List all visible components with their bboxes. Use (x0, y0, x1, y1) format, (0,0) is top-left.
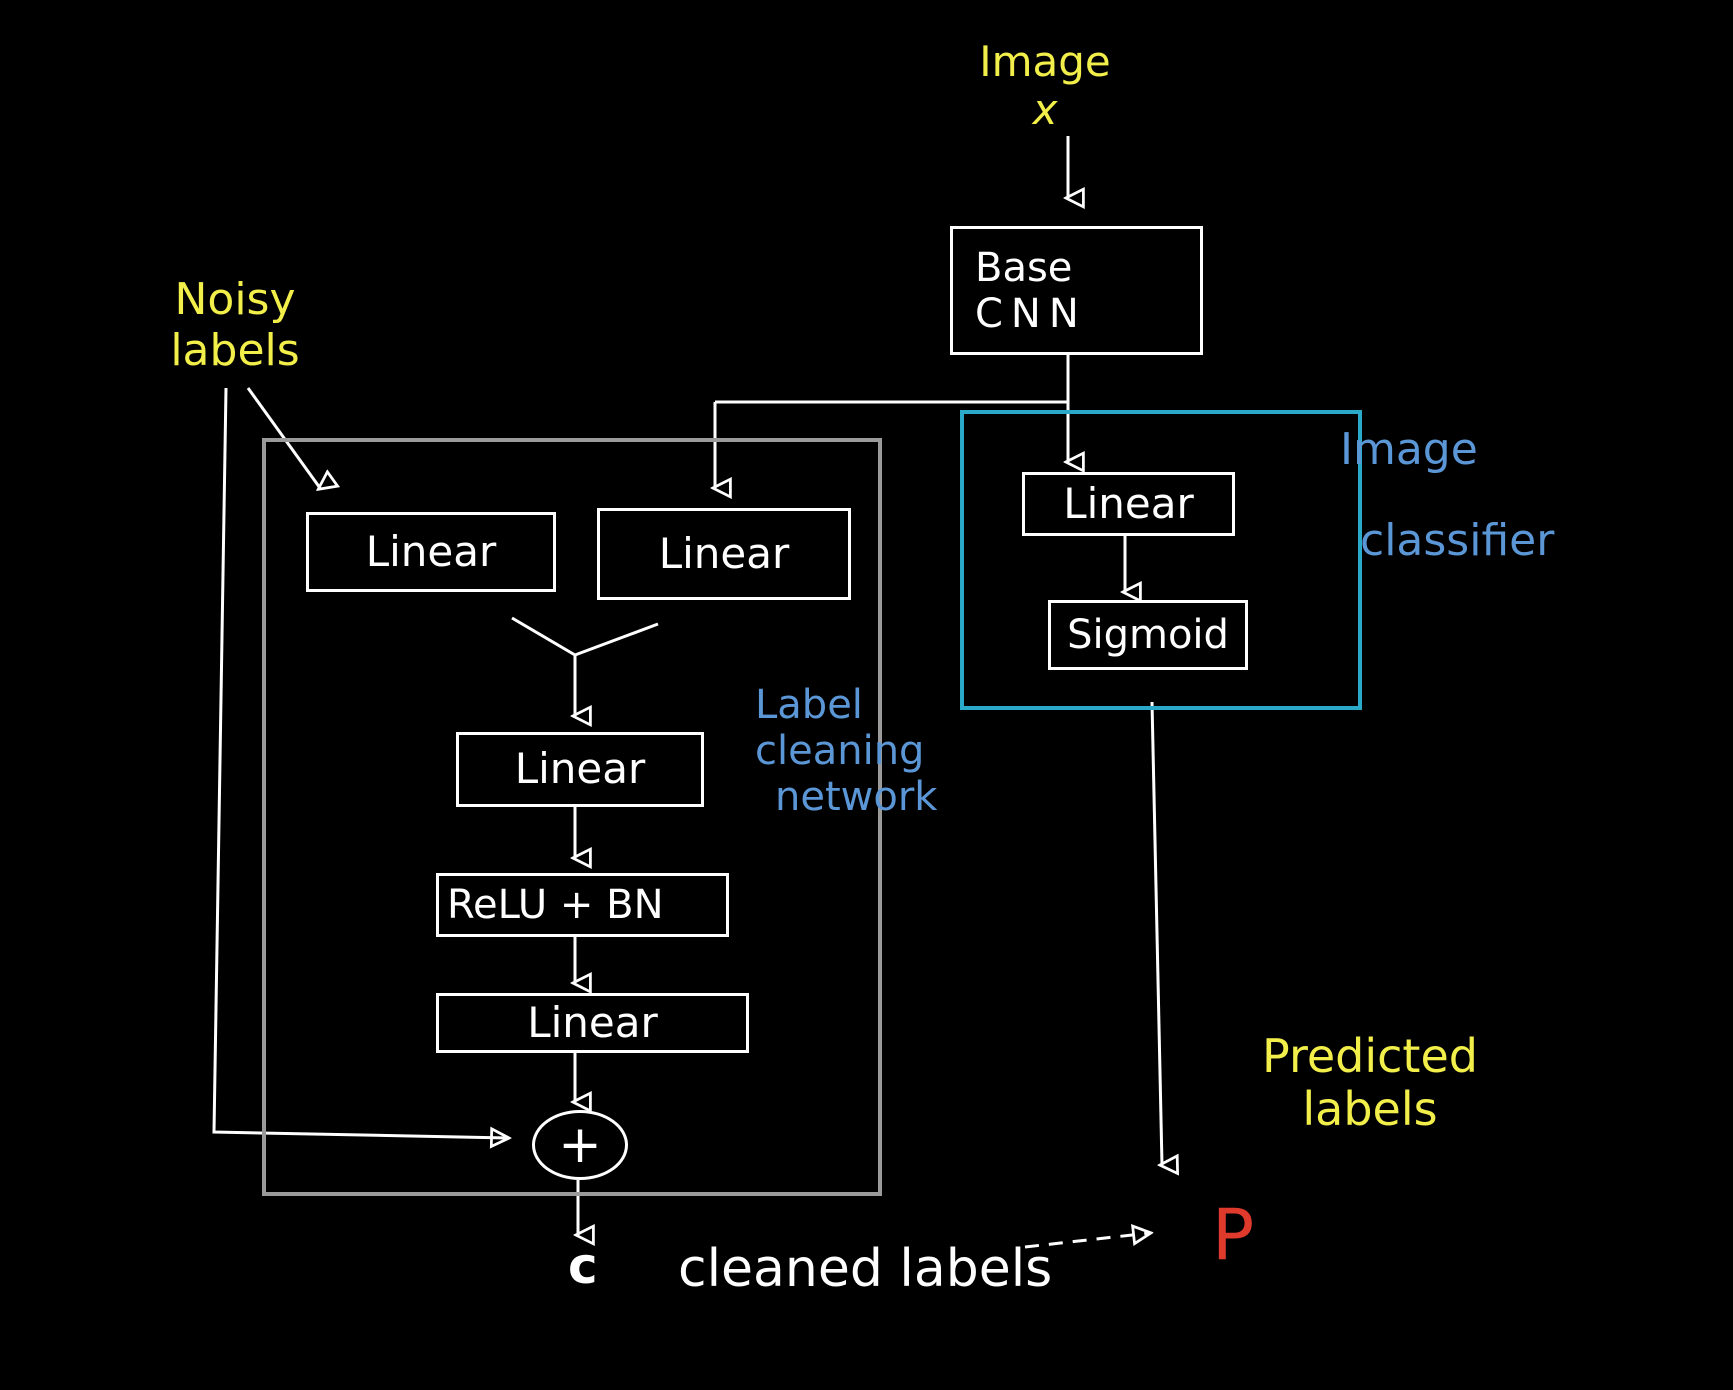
linear-right-label: Linear (658, 528, 790, 578)
predicted-labels-line2: labels (1302, 1081, 1438, 1136)
diagram-canvas: Image x Noisy labels Base CNN Label clea… (0, 0, 1733, 1390)
image-input-title: Image (979, 37, 1111, 86)
linear-left-block: Linear (306, 512, 556, 592)
classifier-linear-label: Linear (1063, 478, 1194, 528)
label-cleaning-title-line2: cleaning (755, 728, 925, 774)
predicted-labels-label: Predicted labels (1250, 1030, 1490, 1136)
noisy-labels-line1: Noisy (174, 274, 296, 325)
c-symbol: c (568, 1237, 598, 1295)
image-classifier-title-line1: Image (1340, 424, 1478, 475)
relu-bn-block: ReLU + BN (436, 873, 729, 937)
linear-left-label: Linear (365, 526, 497, 576)
linear-mid-label: Linear (514, 744, 646, 794)
base-cnn-line2: CNN (975, 290, 1087, 337)
linear-bottom-label: Linear (527, 997, 658, 1047)
sum-node: + (532, 1110, 628, 1180)
sigmoid-label: Sigmoid (1067, 612, 1229, 658)
image-input-label: Image x (965, 37, 1125, 135)
image-classifier-title: Image classifier (1340, 424, 1555, 566)
image-classifier-title-line2: classifier (1360, 514, 1555, 566)
label-cleaning-network-title: Label cleaning network (755, 682, 937, 820)
sum-symbol: + (558, 1115, 602, 1175)
base-cnn-line1: Base (975, 244, 1073, 291)
linear-right-block: Linear (597, 508, 851, 600)
sigmoid-block: Sigmoid (1048, 600, 1248, 670)
arrow-classifier-to-prediction (1150, 701, 1162, 1165)
image-input-symbol: x (1032, 85, 1058, 135)
relu-bn-label: ReLU + BN (447, 882, 664, 928)
label-cleaning-title-line3: network (775, 774, 938, 820)
noisy-labels-line2: labels (170, 324, 300, 376)
noisy-labels-input: Noisy labels (155, 274, 315, 376)
cleaned-labels-text: cleaned labels (678, 1239, 1053, 1299)
linear-mid-block: Linear (456, 732, 704, 807)
p-symbol: P (1212, 1194, 1255, 1276)
label-cleaning-title-line1: Label (755, 682, 863, 728)
predicted-labels-line1: Predicted (1262, 1029, 1478, 1083)
classifier-linear-block: Linear (1022, 472, 1235, 536)
base-cnn-block: Base CNN (950, 226, 1203, 355)
linear-bottom-block: Linear (436, 993, 749, 1053)
